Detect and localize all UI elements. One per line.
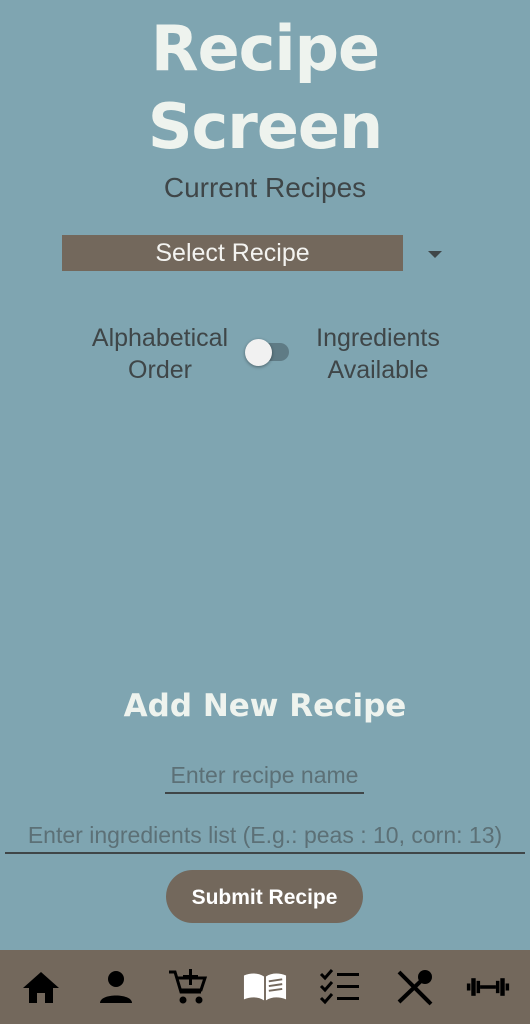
dumbbell-icon[interactable] [466,967,510,1007]
sort-toggle-thumb[interactable] [245,339,272,366]
book-icon[interactable] [243,967,287,1007]
utensils-icon[interactable] [393,967,437,1007]
recipe-name-input[interactable] [165,758,364,794]
add-recipe-heading: Add New Recipe [123,688,407,724]
bottom-nav [0,950,530,1024]
toggle-label-left: Alphabetical Order [80,322,240,386]
page-title: Recipe Screen [0,10,530,166]
page-title-line2: Screen [147,90,383,163]
toggle-label-right: Ingredients Available [300,322,456,386]
add-cart-icon[interactable] [166,967,210,1007]
recipe-select[interactable]: Select Recipe [62,235,403,271]
toggle-label-left-line1: Alphabetical [91,324,229,352]
submit-recipe-button[interactable]: Submit Recipe [166,870,363,923]
ingredients-input[interactable] [5,818,525,854]
page-title-line1: Recipe [150,12,380,85]
section-subtitle: Current Recipes [163,172,367,203]
home-icon[interactable] [19,967,63,1007]
checklist-icon[interactable] [318,967,362,1007]
toggle-label-left-line2: Order [128,356,192,384]
chevron-down-icon[interactable] [428,251,442,258]
person-icon[interactable] [94,967,138,1007]
toggle-label-right-line2: Available [327,356,429,384]
toggle-label-right-line1: Ingredients [316,324,440,352]
